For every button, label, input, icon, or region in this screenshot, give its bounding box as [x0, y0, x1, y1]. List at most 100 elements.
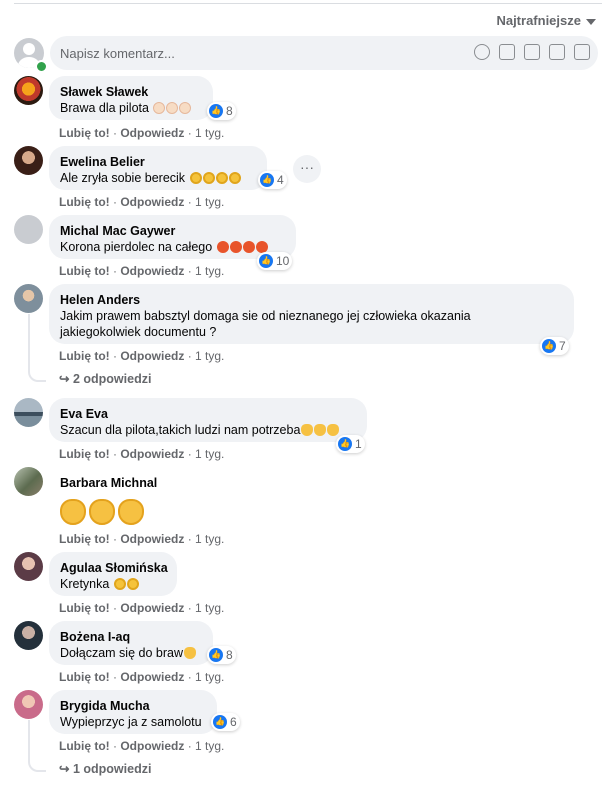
like-link[interactable]: Lubię to!	[59, 670, 110, 684]
reply-link[interactable]: Odpowiedz	[120, 264, 184, 278]
clap-emoji-icon	[153, 102, 166, 114]
avatar[interactable]	[14, 215, 43, 244]
comment-bubble: Eva Eva Szacun dla pilota,takich ludzi n…	[49, 398, 367, 442]
clap-emoji-icon	[166, 102, 179, 114]
comment-text: Dołączam się do braw	[60, 646, 183, 660]
timestamp[interactable]: 1 tyg.	[195, 264, 224, 278]
clap-emoji-icon	[89, 499, 115, 525]
comment-author[interactable]: Bożena I-aq	[60, 629, 202, 645]
comment-author[interactable]: Ewelina Belier	[60, 154, 256, 170]
comment-author[interactable]: Helen Anders	[60, 292, 563, 308]
top-divider	[14, 3, 602, 4]
reply-link[interactable]: Odpowiedz	[120, 195, 184, 209]
thread-line	[28, 720, 46, 772]
comment-author[interactable]: Barbara Michnal	[60, 475, 158, 491]
like-link[interactable]: Lubię to!	[59, 601, 110, 615]
comment-actions: Lubię to! · Odpowiedz · 1 tyg.	[59, 195, 225, 209]
comment-bubble: Sławek Sławek Brawa dla pilota	[49, 76, 213, 120]
avatar[interactable]	[14, 284, 43, 313]
sort-label: Najtrafniejsze	[496, 13, 581, 28]
comment-actions: Lubię to! · Odpowiedz · 1 tyg.	[59, 670, 225, 684]
avatar[interactable]	[14, 76, 43, 105]
comment-author[interactable]: Sławek Sławek	[60, 84, 202, 100]
comment-text: Wypieprzyc ja z samolotu	[60, 715, 202, 729]
clap-emoji-icon	[179, 102, 192, 114]
comment-bubble: Helen Anders Jakim prawem babsztyl domag…	[49, 284, 574, 344]
like-link[interactable]: Lubię to!	[59, 349, 110, 363]
comment-bubble: Brygida Mucha Wypieprzyc ja z samolotu	[49, 690, 217, 734]
timestamp[interactable]: 1 tyg.	[195, 349, 224, 363]
timestamp[interactable]: 1 tyg.	[195, 126, 224, 140]
timestamp[interactable]: 1 tyg.	[195, 532, 224, 546]
like-link[interactable]: Lubię to!	[59, 739, 110, 753]
reaction-count[interactable]: 👍 4	[258, 171, 287, 189]
reply-link[interactable]: Odpowiedz	[120, 349, 184, 363]
timestamp[interactable]: 1 tyg.	[195, 447, 224, 461]
avatar-sticker-icon[interactable]	[574, 44, 590, 60]
comment-bubble: Agulaa Słomińska Kretynka	[49, 552, 177, 596]
like-icon: 👍	[213, 715, 227, 729]
reply-arrow-icon: ↪	[59, 372, 70, 386]
emoji-icon[interactable]	[474, 44, 490, 60]
like-link[interactable]: Lubię to!	[59, 264, 110, 278]
reply-link[interactable]: Odpowiedz	[120, 532, 184, 546]
comment-author[interactable]: Eva Eva	[60, 406, 356, 422]
timestamp[interactable]: 1 tyg.	[195, 195, 224, 209]
avatar[interactable]	[14, 690, 43, 719]
sticker-icon[interactable]	[549, 44, 565, 60]
comment-composer: Napisz komentarz...	[14, 36, 598, 73]
comment-text: Ale zryła sobie berecik	[60, 171, 186, 185]
comment-input[interactable]: Napisz komentarz...	[50, 36, 598, 70]
reaction-count[interactable]: 👍 6	[211, 713, 240, 731]
timestamp[interactable]: 1 tyg.	[195, 601, 224, 615]
more-options-icon[interactable]: ···	[293, 155, 321, 183]
comment-actions: Lubię to! · Odpowiedz · 1 tyg.	[59, 601, 225, 615]
comment-author[interactable]: Michal Mac Gaywer	[60, 223, 285, 239]
avatar[interactable]	[14, 621, 43, 650]
reply-link[interactable]: Odpowiedz	[120, 739, 184, 753]
comment-bubble: Michal Mac Gaywer Korona pierdolec na ca…	[49, 215, 296, 259]
reply-link[interactable]: Odpowiedz	[120, 126, 184, 140]
sort-dropdown[interactable]: Najtrafniejsze	[496, 13, 596, 28]
clap-emoji-icon	[327, 424, 340, 436]
like-icon: 👍	[259, 254, 273, 268]
comment-author[interactable]: Agulaa Słomińska	[60, 560, 168, 576]
like-icon: 👍	[338, 437, 352, 451]
like-link[interactable]: Lubię to!	[59, 532, 110, 546]
comment-actions: Lubię to! · Odpowiedz · 1 tyg.	[59, 126, 225, 140]
comment-actions: Lubię to! · Odpowiedz · 1 tyg.	[59, 447, 225, 461]
camera-icon[interactable]	[499, 44, 515, 60]
laughing-emoji-icon	[215, 172, 228, 184]
timestamp[interactable]: 1 tyg.	[195, 670, 224, 684]
like-icon: 👍	[542, 339, 556, 353]
avatar[interactable]	[14, 398, 43, 427]
comment-author[interactable]: Brygida Mucha	[60, 698, 206, 714]
view-replies-link[interactable]: ↪ 2 odpowiedzi	[59, 371, 151, 386]
comment-actions: Lubię to! · Odpowiedz · 1 tyg.	[59, 349, 225, 363]
avatar[interactable]	[14, 146, 43, 175]
view-replies-link[interactable]: ↪ 1 odpowiedzi	[59, 761, 151, 776]
laughing-emoji-icon	[202, 172, 215, 184]
like-icon: 👍	[209, 648, 223, 662]
reaction-count[interactable]: 👍 8	[207, 102, 236, 120]
laughing-emoji-icon	[189, 172, 202, 184]
angry-emoji-icon	[242, 241, 255, 253]
reaction-count[interactable]: 👍 7	[540, 337, 569, 355]
reaction-count[interactable]: 👍 8	[207, 646, 236, 664]
like-link[interactable]: Lubię to!	[59, 447, 110, 461]
clap-emoji-icon	[60, 499, 86, 525]
gif-icon[interactable]	[524, 44, 540, 60]
avatar[interactable]	[14, 467, 43, 496]
reply-link[interactable]: Odpowiedz	[120, 601, 184, 615]
avatar[interactable]	[14, 552, 43, 581]
like-link[interactable]: Lubię to!	[59, 126, 110, 140]
reaction-count[interactable]: 👍 10	[257, 252, 293, 270]
reply-link[interactable]: Odpowiedz	[120, 447, 184, 461]
like-link[interactable]: Lubię to!	[59, 195, 110, 209]
comment-text: Brawa dla pilota	[60, 101, 149, 115]
timestamp[interactable]: 1 tyg.	[195, 739, 224, 753]
reaction-count[interactable]: 👍 1	[336, 435, 365, 453]
comment-text: Korona pierdolec na całego	[60, 240, 213, 254]
reply-link[interactable]: Odpowiedz	[120, 670, 184, 684]
comment-actions: Lubię to! · Odpowiedz · 1 tyg.	[59, 264, 225, 278]
